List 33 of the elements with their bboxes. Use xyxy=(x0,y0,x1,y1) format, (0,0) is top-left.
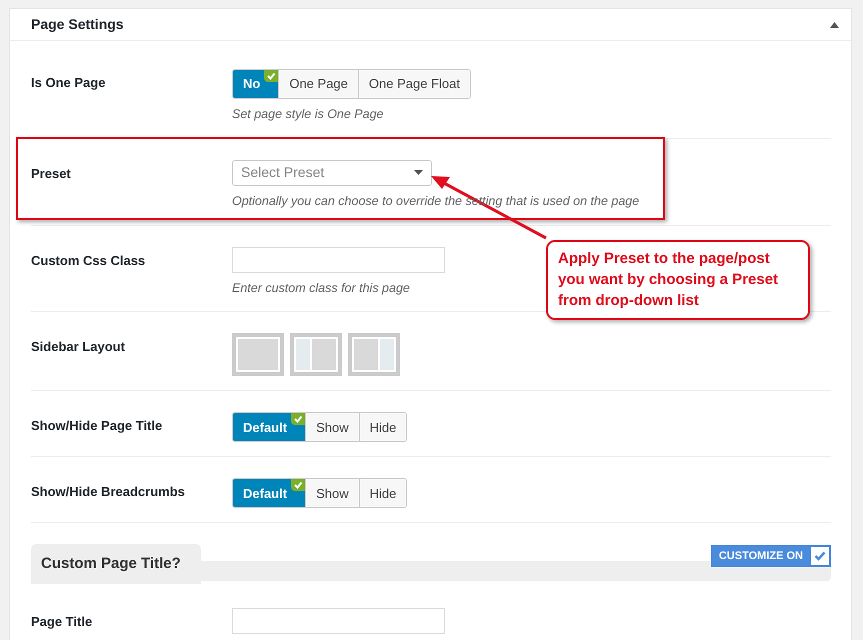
panel-title: Page Settings xyxy=(31,15,124,34)
field-label: Custom Css Class xyxy=(31,252,146,270)
segment-button[interactable]: Hide xyxy=(360,479,406,508)
checkbox-icon xyxy=(811,547,829,566)
field-label: Sidebar Layout xyxy=(31,338,126,356)
segment-button[interactable]: One Page Float xyxy=(358,70,470,98)
field-label: Show/Hide Page Title xyxy=(31,417,164,436)
layout-option[interactable] xyxy=(348,333,400,376)
check-icon xyxy=(291,413,306,426)
annotation-callout: Apply Preset to the page/post you want by choosing a Preset from drop-down list xyxy=(546,240,810,320)
layout-option[interactable] xyxy=(290,333,342,376)
collapse-icon[interactable] xyxy=(830,22,839,28)
segment-button[interactable]: Hide xyxy=(360,413,406,442)
caret-icon xyxy=(414,170,423,176)
preset-select[interactable]: Select Preset xyxy=(232,160,432,186)
segment-button[interactable]: Default xyxy=(233,413,306,442)
check-icon xyxy=(264,70,278,82)
field-description: Set page style is One Page xyxy=(232,106,384,123)
text-field[interactable] xyxy=(232,608,445,634)
check-icon xyxy=(291,479,306,492)
segment-button[interactable]: Show xyxy=(306,413,360,442)
segment-button[interactable]: No xyxy=(233,70,280,98)
field-label: Preset xyxy=(31,164,72,183)
section-title: Custom Page Title? xyxy=(31,544,201,584)
field-label: Page Title xyxy=(31,613,94,632)
layout-option[interactable] xyxy=(232,333,284,376)
field-label: Is One Page xyxy=(31,74,106,92)
text-field[interactable] xyxy=(232,246,445,272)
field-label: Show/Hide Breadcrumbs xyxy=(31,483,186,502)
field-description: Enter custom class for this page xyxy=(232,280,411,297)
segment-button[interactable]: One Page xyxy=(279,70,359,98)
segment-button[interactable]: Default xyxy=(233,479,306,508)
segment-button[interactable]: Show xyxy=(306,479,360,508)
